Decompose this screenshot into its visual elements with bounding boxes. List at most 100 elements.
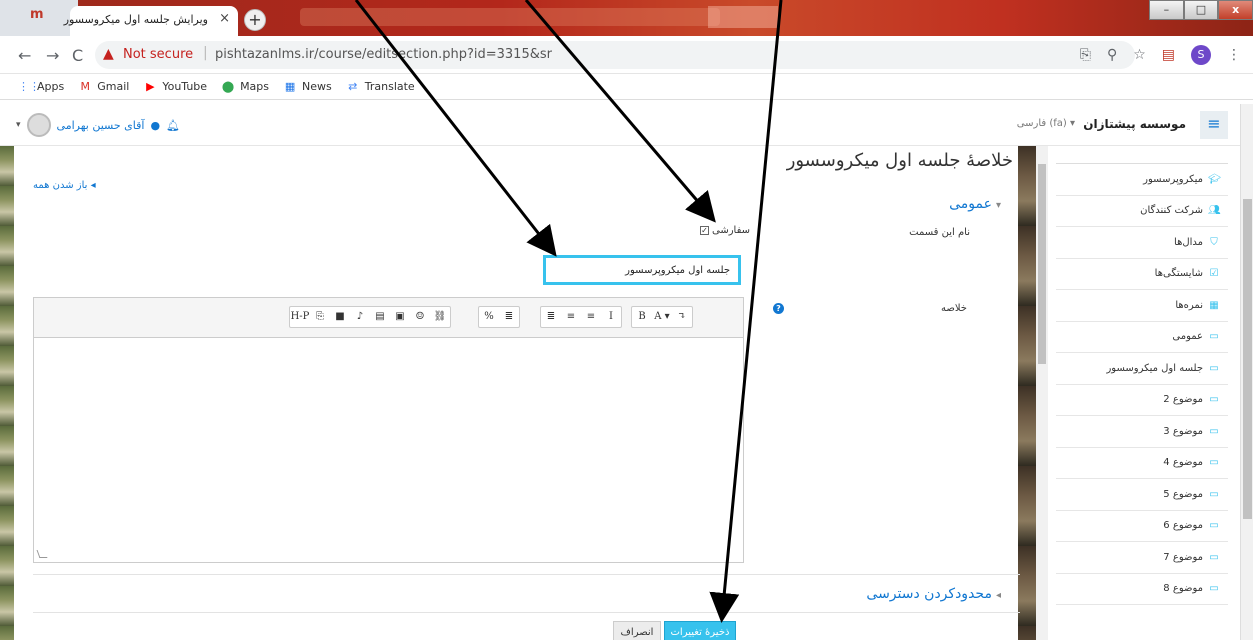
sidebar-item[interactable]: موضوع 3 ▭ [1056, 416, 1228, 448]
user-avatar[interactable] [26, 113, 51, 137]
translate-icon: ⇄ [348, 79, 358, 93]
summary-editor[interactable]: H-P ⎘ ■ ♪ ▤ ▣ ☺ ⛓% ≣ ≣ ≡ ≡ I B A ▾ ↴ [33, 297, 744, 563]
sidebar-item[interactable]: میکروپرسسور 🎓︎ [1056, 164, 1228, 196]
sidebar-item[interactable]: موضوع 4 ▭ [1056, 448, 1228, 479]
browser-tab-bar: m ویرایش جلسه اول میکروسسور × + – □ x [0, 0, 1253, 36]
bookmark-translate[interactable]: ⇄ Translate [346, 80, 415, 93]
toolbar-button[interactable]: % [479, 307, 499, 327]
folder-icon: ▭ [1209, 583, 1219, 595]
bookmark-news[interactable]: ▦ News [283, 80, 332, 93]
toolbar-button[interactable]: ☺ [410, 307, 430, 327]
bookmark-youtube[interactable]: ▶ YouTube [143, 80, 207, 93]
sidebar-item[interactable]: موضوع 8 ▭ [1056, 574, 1228, 605]
sidebar-scroll-thumb[interactable] [1038, 164, 1046, 364]
custom-checkbox-box[interactable]: ✓ [700, 226, 709, 235]
toolbar-button[interactable]: I [601, 307, 621, 327]
translate-page-icon[interactable]: ⎘ [1080, 47, 1091, 63]
bookmark-gmail[interactable]: M Gmail [78, 80, 129, 93]
section-general-header[interactable]: ▾عمومی [949, 196, 1001, 212]
toolbar-button[interactable]: A ▾ [652, 307, 672, 327]
news-icon: ▦ [284, 79, 296, 93]
sidebar-item[interactable]: موضوع 7 ▭ [1056, 542, 1228, 574]
close-window-icon[interactable]: x [1218, 0, 1253, 20]
bookmark-maps[interactable]: ⬤ Maps [221, 80, 269, 93]
toolbar-button[interactable]: ■ [330, 307, 350, 327]
site-name[interactable]: موسسه پیشتازان [1083, 117, 1186, 131]
bookmark-label: Apps [37, 80, 65, 93]
sidebar-item-label: موضوع 6 [1163, 520, 1203, 532]
sidebar-item[interactable]: مدال‌ها ⛉ [1056, 227, 1228, 259]
save-changes-button[interactable]: ذخیرهٔ تغییرات [664, 621, 736, 640]
sidebar-item[interactable]: موضوع 2 ▭ [1056, 385, 1228, 416]
expand-all-label[interactable]: باز شدن همه [33, 180, 87, 191]
folder-icon: ▭ [1209, 425, 1219, 437]
url-text: pishtazanlms.ir/course/editsection.php?i… [215, 47, 552, 62]
message-bubble-icon[interactable]: ● [150, 119, 160, 132]
toolbar-button[interactable]: ≣ [499, 307, 519, 327]
minimize-window-icon[interactable]: – [1149, 0, 1184, 20]
toolbar-button[interactable]: ♪ [350, 307, 370, 327]
notification-bell-icon[interactable]: 🔔︎ [166, 119, 180, 132]
hamburger-menu-icon[interactable]: ≡ [1200, 111, 1228, 139]
zoom-icon[interactable]: ⚲ [1107, 47, 1117, 63]
reload-icon[interactable]: C [72, 46, 83, 65]
checkbox-icon: ☑ [1209, 268, 1219, 280]
browser-tab-active[interactable]: ویرایش جلسه اول میکروسسور × [64, 6, 238, 36]
toolbar-button[interactable]: ▣ [390, 307, 410, 327]
sidebar-item[interactable]: عمومی ▭ [1056, 322, 1228, 353]
toolbar-button[interactable]: ↴ [672, 307, 692, 327]
tab-close-icon[interactable]: × [219, 11, 230, 26]
page-scrollbar[interactable] [1240, 104, 1253, 640]
folder-icon: ▭ [1209, 551, 1219, 563]
pdf-extension-icon[interactable]: ▤ [1162, 47, 1175, 63]
bookmark-star-icon[interactable]: ☆ [1133, 47, 1146, 63]
sidebar-item[interactable]: شرکت کنندگان 👥︎ [1056, 196, 1228, 227]
shield-badge-icon: ⛉ [1210, 236, 1218, 248]
toolbar-button[interactable]: H-P [290, 307, 310, 327]
custom-checkbox-label: سفارشی [712, 225, 751, 236]
cancel-button[interactable]: انصراف [613, 621, 661, 640]
toolbar-button[interactable]: B [632, 307, 652, 327]
restrict-access-header[interactable]: ◂محدودکردن دسترسی [866, 586, 1001, 602]
user-menu-caret-icon[interactable]: ▾ [16, 120, 21, 130]
maximize-window-icon[interactable]: □ [1183, 0, 1219, 20]
summary-label: خلاصه [940, 303, 967, 314]
new-tab-button[interactable]: + [244, 9, 266, 31]
toolbar-button[interactable]: ≡ [581, 307, 601, 327]
expand-all-link[interactable]: ◂ باز شدن همه [33, 180, 96, 191]
help-question-icon[interactable]: ? [773, 303, 784, 314]
sidebar-item-label: میکروپرسسور [1143, 173, 1203, 185]
back-arrow-icon[interactable]: ← [18, 46, 31, 65]
user-menu[interactable]: 🔔︎ ● آقای حسین بهرامی ▾ [16, 113, 188, 137]
custom-checkbox[interactable]: سفارشی ✓ [700, 225, 750, 236]
sidebar-item[interactable]: جلسه اول میکروسسور ▭ [1056, 353, 1228, 385]
editor-toolbar: H-P ⎘ ■ ♪ ▤ ▣ ☺ ⛓% ≣ ≣ ≡ ≡ I B A ▾ ↴ [34, 298, 743, 338]
collapse-triangle-icon: ▾ [995, 200, 1001, 211]
sidebar-item[interactable]: نمره‌ها ▦ [1056, 290, 1228, 322]
toolbar-group: % ≣ [478, 306, 520, 328]
page-scroll-thumb[interactable] [1243, 199, 1252, 519]
section-general-label[interactable]: عمومی [949, 196, 992, 212]
toolbar-button[interactable]: ≡ [561, 307, 581, 327]
forward-arrow-icon[interactable]: → [46, 46, 59, 65]
url-bar[interactable]: ▲ Not secure | pishtazanlms.ir/course/ed… [95, 41, 1135, 69]
folder-icon: ▭ [1209, 520, 1219, 532]
editor-resize-grip[interactable] [36, 550, 48, 558]
divider [33, 574, 1020, 575]
sidebar-scrollbar[interactable] [1036, 146, 1048, 640]
toolbar-button[interactable]: ▤ [370, 307, 390, 327]
sidebar-item[interactable]: موضوع 5 ▭ [1056, 479, 1228, 511]
maps-pin-icon: ⬤ [221, 79, 235, 93]
bookmark-apps[interactable]: ⋮⋮ Apps [18, 80, 64, 93]
menu-kebab-icon[interactable]: ⋮ [1227, 47, 1241, 63]
toolbar-button[interactable]: ≣ [541, 307, 561, 327]
sidebar-item[interactable]: شایستگی‌ها ☑ [1056, 259, 1228, 290]
section-name-input[interactable] [543, 255, 741, 285]
language-selector[interactable]: فارسی (fa) ▾ [1017, 118, 1075, 129]
toolbar-button[interactable]: ⎘ [310, 307, 330, 327]
sidebar-item[interactable]: موضوع 6 ▭ [1056, 511, 1228, 542]
user-name[interactable]: آقای حسین بهرامی [57, 119, 145, 132]
toolbar-button[interactable]: ⛓ [430, 307, 450, 327]
restrict-access-label[interactable]: محدودکردن دسترسی [866, 586, 992, 602]
profile-avatar[interactable]: S [1191, 45, 1211, 65]
